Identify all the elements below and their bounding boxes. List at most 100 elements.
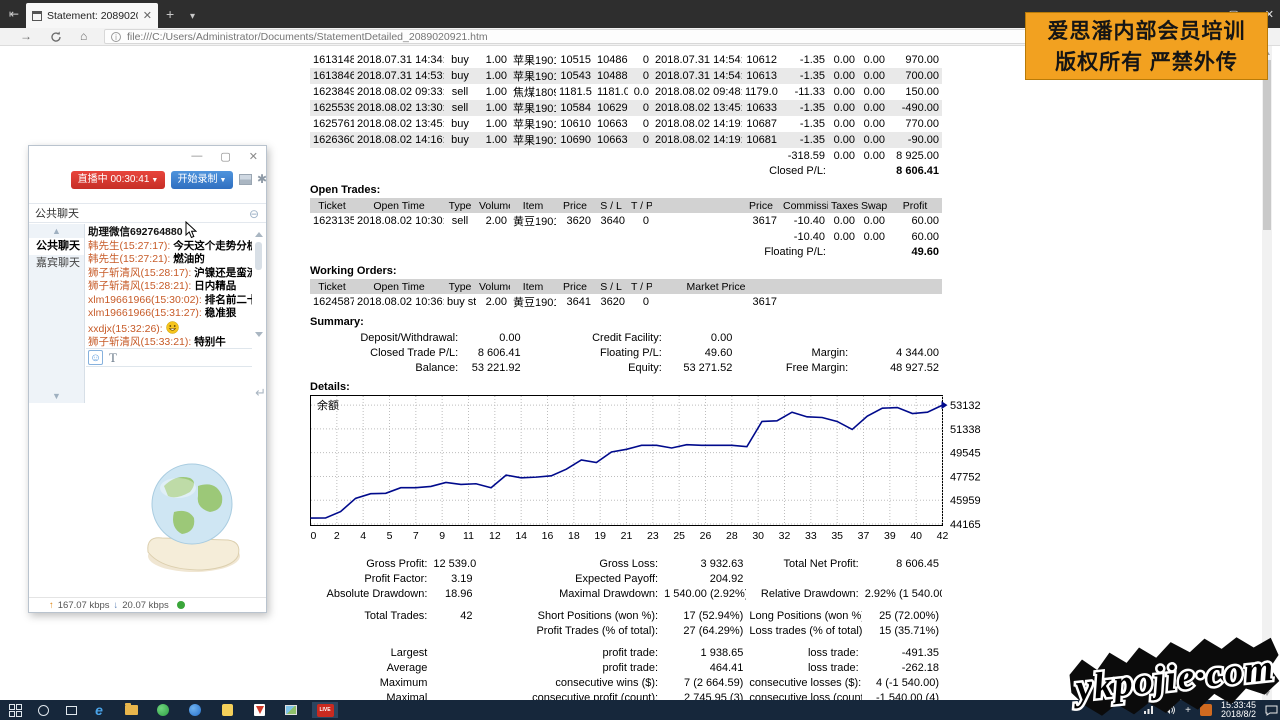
start-record-button[interactable]: 开始录制▼ xyxy=(171,171,233,189)
table-cell: -90.00 xyxy=(888,132,942,148)
svg-text:53132: 53132 xyxy=(950,400,981,412)
home-icon[interactable]: ⌂ xyxy=(80,29,87,43)
table-cell xyxy=(652,213,742,229)
table-cell: 0 xyxy=(628,213,652,229)
report-table: 16131482018.07.31 14:34:29buy1.00苹果19011… xyxy=(310,52,942,178)
stats-row: Gross Profit:12 539.08Gross Loss:3 932.6… xyxy=(310,556,942,571)
watermark-line1: 爱思潘内部会员培训 xyxy=(1026,16,1267,47)
refresh-icon[interactable] xyxy=(50,31,62,43)
page-favicon-icon xyxy=(32,11,42,21)
chat-room-tab[interactable]: 公共聊天 xyxy=(29,238,84,255)
photos-app-icon[interactable] xyxy=(278,702,304,718)
table-cell: Floating P/L: xyxy=(524,345,665,360)
table-cell: 苹果1901 xyxy=(510,100,556,116)
svg-text:0: 0 xyxy=(311,530,317,542)
url-text: file:///C:/Users/Administrator/Documents… xyxy=(127,31,488,43)
stats-row: Profit Factor:3.19Expected Payoff:204.92 xyxy=(310,571,942,586)
column-header: S / L xyxy=(594,279,628,294)
sidebar-down-icon[interactable]: ▼ xyxy=(29,391,84,401)
chat-input-toolbar: ☺ T xyxy=(86,348,252,367)
chat-restore-button[interactable]: ▢ xyxy=(220,150,230,163)
chat-scroll-down-icon[interactable] xyxy=(255,332,263,337)
reader-app-icon[interactable] xyxy=(246,702,272,718)
table-cell: 0.00 xyxy=(858,148,888,163)
column-header xyxy=(780,279,942,294)
table-cell: Profit Trades (% of total): xyxy=(476,623,662,638)
table-cell: 0.00 xyxy=(858,132,888,148)
table-cell: 60.00 xyxy=(888,229,942,244)
table-cell: 1 540.00 (2.92%) xyxy=(661,586,746,601)
task-view-icon[interactable] xyxy=(58,702,84,718)
svg-text:23: 23 xyxy=(647,530,659,542)
table-cell: Largest xyxy=(310,645,430,660)
table-cell xyxy=(310,229,780,244)
chat-title-bar[interactable]: — ▢ ✕ xyxy=(29,146,266,168)
cortana-icon[interactable] xyxy=(30,702,56,718)
table-cell: 0 xyxy=(628,100,652,116)
table-cell: Gross Loss: xyxy=(476,556,662,571)
svg-text:39: 39 xyxy=(884,530,896,542)
layout-grid-icon[interactable] xyxy=(239,174,252,185)
table-cell: 27 (64.29%) xyxy=(661,623,746,638)
chat-input-field[interactable]: ↵ xyxy=(86,368,252,403)
table-cell: buy stop xyxy=(444,294,476,310)
vertical-scrollbar[interactable] xyxy=(1262,46,1272,700)
table-cell: 1181.0 xyxy=(594,84,628,100)
table-cell: 49.60 xyxy=(888,244,942,259)
gear-icon[interactable]: ✱ xyxy=(257,172,267,186)
browser-tab[interactable]: Statement: 2089020921 ✕ xyxy=(26,3,158,28)
table-cell: -1.35 xyxy=(780,100,828,116)
text-format-icon[interactable]: T xyxy=(109,350,117,366)
forward-icon[interactable]: → xyxy=(20,29,32,43)
stats-row: Averageprofit trade:464.41loss trade:-26… xyxy=(310,660,942,675)
table-cell: Deposit/Withdrawal: xyxy=(310,330,461,345)
live-app-icon[interactable]: LIVE xyxy=(312,702,338,718)
table-cell: 25 (72.00%) xyxy=(862,608,942,623)
chat-scrollbar-thumb[interactable] xyxy=(255,242,262,270)
sidebar-up-icon[interactable]: ▲ xyxy=(29,224,84,238)
closed-trade-row: 16138462018.07.31 14:53:36buy1.00苹果19011… xyxy=(310,68,942,84)
pl-row: Floating P/L:49.60 xyxy=(310,244,942,259)
table-cell: 10681 xyxy=(742,132,780,148)
table-cell: 0.00 xyxy=(858,84,888,100)
chat-close-button[interactable]: ✕ xyxy=(249,150,258,163)
column-header: Price xyxy=(556,198,594,213)
blue-browser-icon[interactable] xyxy=(182,702,208,718)
tab-close-icon[interactable]: ✕ xyxy=(143,9,152,22)
table-cell xyxy=(430,660,475,675)
green-browser-icon[interactable] xyxy=(150,702,176,718)
scrollbar-thumb[interactable] xyxy=(1263,60,1271,230)
live-status-button[interactable]: 直播中 00:30:41▼ xyxy=(71,171,165,189)
chat-scroll-up-icon[interactable] xyxy=(255,232,263,237)
table-cell: 苹果1901 xyxy=(510,132,556,148)
set-aside-tabs-icon[interactable]: ⇤ xyxy=(4,5,24,23)
tab-list-chevron-icon[interactable]: ▾ xyxy=(190,9,195,25)
working-orders-title: Working Orders: xyxy=(310,265,1000,277)
table-cell: 464.41 xyxy=(661,660,746,675)
table-cell: 黄豆1901 xyxy=(510,294,556,310)
svg-text:25: 25 xyxy=(673,530,685,542)
notes-app-icon[interactable] xyxy=(214,702,240,718)
chat-minimize-button[interactable]: — xyxy=(191,150,202,163)
table-cell: sell xyxy=(444,213,476,229)
table-cell: 10610 xyxy=(556,116,594,132)
table-cell: 48 927.52 xyxy=(851,360,942,375)
summary-title: Summary: xyxy=(310,316,1000,328)
collapse-panel-icon[interactable]: ⊖ xyxy=(249,204,259,224)
emoji-picker-icon[interactable]: ☺ xyxy=(88,350,103,365)
new-tab-button[interactable]: + xyxy=(166,6,174,22)
table-cell xyxy=(310,148,780,163)
table-cell: Closed Trade P/L: xyxy=(310,345,461,360)
page-info-icon[interactable]: i xyxy=(111,32,121,42)
table-cell: -10.40 xyxy=(780,229,828,244)
stream-controls: 直播中 00:30:41▼ 开始录制▼ ✱ xyxy=(29,170,266,192)
stats-row: Maximalconsecutive profit (count):2 745.… xyxy=(310,690,942,700)
table-cell: 2.92% (1 540.00) xyxy=(862,586,942,601)
file-explorer-icon[interactable] xyxy=(118,702,144,718)
table-cell xyxy=(862,571,942,586)
svg-text:26: 26 xyxy=(700,530,712,542)
chat-room-tab[interactable]: 嘉宾聊天 xyxy=(29,255,84,272)
table-cell: 17 (52.94%) xyxy=(661,608,746,623)
edge-icon[interactable]: e xyxy=(86,702,112,718)
start-button[interactable] xyxy=(2,702,28,718)
